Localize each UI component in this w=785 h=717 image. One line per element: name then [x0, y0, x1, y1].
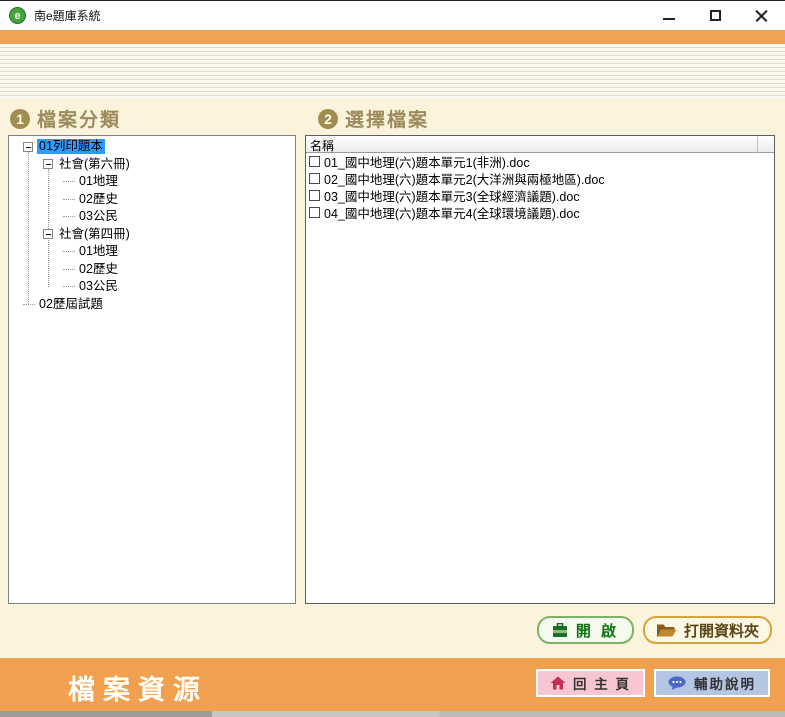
file-checkbox[interactable]: [309, 190, 320, 201]
tree-connector: [63, 216, 75, 217]
tree-collapse-icon[interactable]: [43, 159, 53, 169]
tree-item-label: 社會(第六冊): [57, 157, 132, 172]
tree-item-label: 01地理: [77, 174, 120, 189]
file-row[interactable]: 01_國中地理(六)題本單元1(非洲).doc: [306, 153, 774, 170]
window-title: 南e題庫系統: [34, 7, 101, 24]
tree-item-label: 01列印題本: [37, 139, 105, 154]
right-section-title: 選擇檔案: [345, 105, 429, 132]
app-window: e 南e題庫系統 1 檔案分類 2 選擇檔案 01列印題本社會(第六冊) 01地理…: [0, 0, 785, 717]
tree-item-label: 03公民: [77, 279, 120, 294]
file-list-body: 01_國中地理(六)題本單元1(非洲).doc02_國中地理(六)題本單元2(大…: [306, 153, 774, 221]
tree-item-label: 02歷史: [77, 262, 120, 277]
tree-item[interactable]: 02歷屆試題: [9, 296, 295, 314]
file-row[interactable]: 02_國中地理(六)題本單元2(大洋洲與兩極地區).doc: [306, 170, 774, 187]
tree-item[interactable]: 02歷史: [9, 261, 295, 279]
app-icon: e: [9, 7, 26, 24]
tree-connector: [63, 199, 75, 200]
help-button-label: 輔助說明: [694, 673, 756, 693]
tree-connector: [63, 251, 75, 252]
home-icon: [550, 676, 566, 690]
open-folder-button[interactable]: 打開資料夾: [643, 616, 772, 644]
column-header-name[interactable]: 名稱: [306, 136, 758, 153]
left-section-header: 1 檔案分類: [10, 105, 121, 132]
file-checkbox[interactable]: [309, 173, 320, 184]
tree-item[interactable]: 社會(第六冊): [9, 156, 295, 174]
file-list: 名稱 01_國中地理(六)題本單元1(非洲).doc02_國中地理(六)題本單元…: [305, 135, 775, 604]
minimize-icon: [663, 18, 675, 20]
file-checkbox[interactable]: [309, 156, 320, 167]
minimize-button[interactable]: [659, 6, 679, 26]
title-bar[interactable]: e 南e題庫系統: [0, 1, 785, 30]
striped-band: [0, 44, 785, 98]
speech-bubble-icon: [668, 676, 687, 691]
close-icon: [755, 9, 768, 22]
page-title: 檔案資源: [68, 668, 208, 707]
step-1-badge: 1: [10, 109, 30, 129]
file-row[interactable]: 04_國中地理(六)題本單元4(全球環境議題).doc: [306, 204, 774, 221]
tree-connector: [23, 304, 35, 305]
file-tree: 01列印題本社會(第六冊)01地理02歷史03公民社會(第四冊)01地理02歷史…: [8, 135, 296, 604]
maximize-icon: [710, 10, 721, 21]
bottom-edge: [0, 711, 785, 717]
close-button[interactable]: [751, 6, 771, 26]
home-button-label: 回 主 頁: [573, 673, 631, 693]
tree-item-label: 社會(第四冊): [57, 227, 132, 242]
list-header-row: 名稱: [306, 136, 774, 153]
help-button[interactable]: 輔助說明: [654, 669, 770, 697]
main-area: 1 檔案分類 2 選擇檔案 01列印題本社會(第六冊)01地理02歷史03公民社…: [0, 98, 785, 658]
tree-connector: [63, 181, 75, 182]
step-2-badge: 2: [318, 109, 338, 129]
tree-item[interactable]: 01地理: [9, 243, 295, 261]
open-button-label: 開 啟: [576, 620, 619, 641]
open-folder-icon: [656, 623, 677, 638]
column-header-stub: [758, 136, 774, 153]
footer-bar: 檔案資源 回 主 頁: [0, 658, 785, 711]
left-section-title: 檔案分類: [37, 105, 121, 132]
file-row[interactable]: 03_國中地理(六)題本單元3(全球經濟議題).doc: [306, 187, 774, 204]
tree-item[interactable]: 01列印題本: [9, 138, 295, 156]
footer-button-row: 回 主 頁 輔助說明: [536, 669, 770, 697]
open-file-icon: [552, 623, 568, 638]
home-button[interactable]: 回 主 頁: [536, 669, 645, 697]
tree-item[interactable]: 03公民: [9, 278, 295, 296]
right-section-header: 2 選擇檔案: [318, 105, 429, 132]
tree-collapse-icon[interactable]: [43, 229, 53, 239]
accent-bar: [0, 30, 785, 44]
tree-connector: [63, 269, 75, 270]
open-button[interactable]: 開 啟: [537, 616, 634, 644]
tree-item-label: 01地理: [77, 244, 120, 259]
tree-item[interactable]: 01地理: [9, 173, 295, 191]
tree-item[interactable]: 社會(第四冊): [9, 226, 295, 244]
tree-connector: [63, 286, 75, 287]
tree-item-label: 02歷屆試題: [37, 297, 105, 312]
file-checkbox[interactable]: [309, 207, 320, 218]
tree-item-label: 03公民: [77, 209, 120, 224]
tree-collapse-icon[interactable]: [23, 142, 33, 152]
maximize-button[interactable]: [705, 6, 725, 26]
open-folder-button-label: 打開資料夾: [684, 620, 759, 641]
action-button-row: 開 啟 打開資料夾: [537, 616, 772, 644]
tree-item-label: 02歷史: [77, 192, 120, 207]
file-name-label: 04_國中地理(六)題本單元4(全球環境議題).doc: [324, 203, 580, 222]
tree-item[interactable]: 03公民: [9, 208, 295, 226]
tree-item[interactable]: 02歷史: [9, 191, 295, 209]
